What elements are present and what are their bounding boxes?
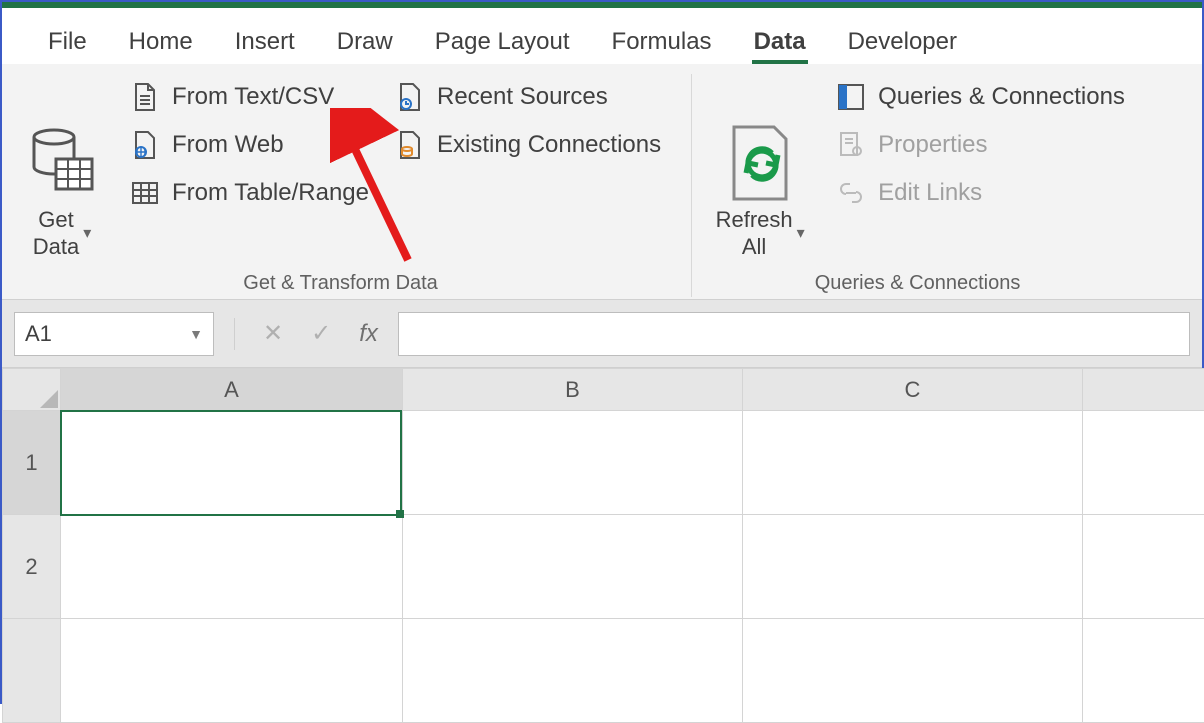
ribbon: Get Data ▾ From Text/CSV F <box>2 64 1202 300</box>
from-web-button[interactable]: From Web <box>124 126 375 164</box>
formula-controls: ✕ ✓ fx <box>226 318 386 350</box>
name-box[interactable]: A1 ▼ <box>14 312 214 356</box>
separator <box>234 318 235 350</box>
get-data-label-top: Get <box>38 207 73 232</box>
get-data-button[interactable]: Get Data ▾ <box>14 74 110 266</box>
database-grid-icon <box>26 123 98 203</box>
tab-formulas[interactable]: Formulas <box>594 24 730 64</box>
cell-a2[interactable] <box>61 515 403 619</box>
cell-a1[interactable] <box>61 411 403 515</box>
row-header-3[interactable] <box>3 619 61 723</box>
refresh-icon <box>724 123 796 203</box>
worksheet-grid[interactable]: A B C 1 2 <box>2 368 1202 723</box>
file-database-icon <box>395 130 425 160</box>
row-header-2[interactable]: 2 <box>3 515 61 619</box>
group-get-transform: Get Data ▾ From Text/CSV F <box>10 74 692 297</box>
row-header-1[interactable]: 1 <box>3 411 61 515</box>
from-table-range-button[interactable]: From Table/Range <box>124 174 375 212</box>
tab-file[interactable]: File <box>30 24 105 64</box>
chevron-down-icon: ▾ <box>797 224 805 243</box>
cell-c1[interactable] <box>743 411 1083 515</box>
file-text-icon <box>130 82 160 112</box>
group-queries-label: Queries & Connections <box>704 266 1131 297</box>
from-text-csv-label: From Text/CSV <box>172 83 334 111</box>
name-box-value: A1 <box>25 321 52 347</box>
chevron-down-icon[interactable]: ▼ <box>189 326 203 342</box>
edit-links-label: Edit Links <box>878 179 982 207</box>
formula-bar: A1 ▼ ✕ ✓ fx <box>2 300 1202 368</box>
formula-input[interactable] <box>398 312 1190 356</box>
cell-d2[interactable] <box>1083 515 1204 619</box>
edit-links-button: Edit Links <box>830 174 1131 212</box>
refresh-all-label-bottom: All <box>742 234 766 259</box>
chevron-down-icon: ▾ <box>83 224 91 243</box>
from-table-range-label: From Table/Range <box>172 179 369 207</box>
tab-developer[interactable]: Developer <box>830 24 975 64</box>
cell-d1[interactable] <box>1083 411 1204 515</box>
cell-b3[interactable] <box>403 619 743 723</box>
group-get-transform-label: Get & Transform Data <box>14 266 667 297</box>
ribbon-tabs: File Home Insert Draw Page Layout Formul… <box>2 8 1202 64</box>
column-header-a[interactable]: A <box>61 369 403 411</box>
cell-d3[interactable] <box>1083 619 1204 723</box>
cell-a3[interactable] <box>61 619 403 723</box>
pane-icon <box>836 82 866 112</box>
existing-connections-button[interactable]: Existing Connections <box>389 126 667 164</box>
tab-draw[interactable]: Draw <box>319 24 411 64</box>
tab-page-layout[interactable]: Page Layout <box>417 24 588 64</box>
properties-icon <box>836 130 866 160</box>
cell-c2[interactable] <box>743 515 1083 619</box>
group-queries-connections: Refresh All ▾ Queries & Connections <box>700 74 1155 297</box>
queries-connections-label: Queries & Connections <box>878 83 1125 111</box>
properties-button: Properties <box>830 126 1131 164</box>
table-icon <box>130 178 160 208</box>
fx-icon[interactable]: fx <box>359 320 378 348</box>
enter-icon[interactable]: ✓ <box>311 319 331 348</box>
column-header-b[interactable]: B <box>403 369 743 411</box>
get-data-label-bottom: Data <box>33 234 79 259</box>
cell-c3[interactable] <box>743 619 1083 723</box>
cell-b1[interactable] <box>403 411 743 515</box>
from-text-csv-button[interactable]: From Text/CSV <box>124 78 375 116</box>
tab-home[interactable]: Home <box>111 24 211 64</box>
cell-b2[interactable] <box>403 515 743 619</box>
from-web-label: From Web <box>172 131 284 159</box>
existing-connections-label: Existing Connections <box>437 131 661 159</box>
properties-label: Properties <box>878 131 987 159</box>
tab-insert[interactable]: Insert <box>217 24 313 64</box>
queries-connections-button[interactable]: Queries & Connections <box>830 78 1131 116</box>
cancel-icon[interactable]: ✕ <box>263 319 283 348</box>
recent-sources-label: Recent Sources <box>437 83 608 111</box>
column-header-c[interactable]: C <box>743 369 1083 411</box>
file-clock-icon <box>395 82 425 112</box>
file-globe-icon <box>130 130 160 160</box>
refresh-all-label-top: Refresh <box>716 207 793 232</box>
tab-data[interactable]: Data <box>736 24 824 64</box>
recent-sources-button[interactable]: Recent Sources <box>389 78 667 116</box>
column-header-extra[interactable] <box>1083 369 1204 411</box>
link-icon <box>836 178 866 208</box>
refresh-all-button[interactable]: Refresh All ▾ <box>704 74 816 266</box>
select-all-corner[interactable] <box>3 369 61 411</box>
